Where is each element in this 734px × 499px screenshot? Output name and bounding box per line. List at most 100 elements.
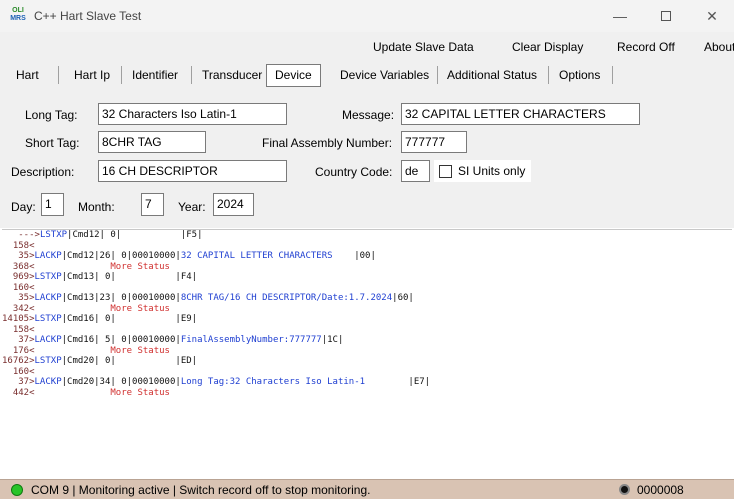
log-segment: ---> (2, 230, 40, 240)
long-tag-label: Long Tag: (25, 108, 78, 122)
app-logo-bottom-text: MRS (10, 15, 26, 22)
log-segment: 35> (2, 251, 35, 261)
day-label: Day: (11, 200, 36, 214)
log-segment: LACKP (34, 293, 62, 303)
log-segment: LACKP (34, 251, 62, 261)
app-logo-icon: OLI MRS (9, 7, 27, 23)
si-units-label: SI Units only (458, 164, 526, 178)
log-segment: |00| (332, 251, 376, 261)
log-segment: FinalAssemblyNumber:777777 (180, 335, 322, 345)
long-tag-field[interactable]: 32 Characters Iso Latin-1 (98, 103, 287, 125)
log-segment: |Cmd20|34| 0|00010000| (61, 377, 181, 387)
monitor-log[interactable]: --->LSTXP|Cmd12| 0| |F5| 158< 35>LACKP|C… (2, 229, 732, 477)
log-segment: 160< (2, 282, 35, 293)
log-line: 35>LACKP|Cmd13|23| 0|00010000|8CHR TAG/1… (2, 293, 732, 304)
clear-display-menu[interactable]: Clear Display (512, 40, 583, 54)
log-line: 160< (2, 283, 732, 294)
window-title: C++ Hart Slave Test (34, 9, 142, 23)
tab-transducer[interactable]: Transducer (194, 62, 270, 88)
log-segment: 8CHR TAG/16 CH DESCRIPTOR/Date:1.7.2024 (180, 293, 393, 303)
tab-hart[interactable]: Hart (8, 62, 47, 88)
update-slave-data-menu[interactable]: Update Slave Data (373, 40, 474, 54)
log-line: 37>LACKP|Cmd20|34| 0|00010000|Long Tag:3… (2, 377, 732, 388)
tab-separator (191, 66, 192, 84)
log-segment: 32 CAPITAL LETTER CHARACTERS (180, 251, 333, 261)
log-segment: LSTXP (34, 356, 62, 366)
close-icon: ✕ (706, 7, 718, 24)
log-line: 16762>LSTXP|Cmd20| 0| |ED| (2, 356, 732, 367)
description-field[interactable]: 16 CH DESCRIPTOR (98, 160, 287, 182)
tab-separator (437, 66, 438, 84)
tab-additional-status[interactable]: Additional Status (439, 62, 545, 88)
log-segment: 158< (2, 240, 35, 251)
tab-device[interactable]: Device (266, 64, 321, 87)
status-bar: COM 9 | Monitoring active | Switch recor… (0, 479, 734, 499)
si-units-checkbox[interactable] (439, 164, 452, 178)
log-segment: LSTXP (39, 230, 68, 240)
month-field[interactable]: 7 (141, 193, 164, 216)
tab-hart-ip[interactable]: Hart Ip (66, 62, 118, 88)
log-segment: More Status (34, 261, 170, 272)
log-line: --->LSTXP|Cmd12| 0| |F5| (2, 230, 732, 241)
log-segment: LACKP (34, 377, 62, 387)
log-segment: |Cmd16| 0| |E9| (61, 314, 198, 324)
log-segment: 969> (2, 272, 35, 282)
log-line: 368< More Status (2, 262, 732, 273)
log-line: 14105>LSTXP|Cmd16| 0| |E9| (2, 314, 732, 325)
close-button[interactable]: ✕ (689, 0, 734, 32)
monitoring-active-icon (11, 484, 23, 496)
log-line: 35>LACKP|Cmd12|26| 0|00010000|32 CAPITAL… (2, 251, 732, 262)
log-segment: |Cmd12|26| 0|00010000| (61, 251, 181, 261)
log-segment: LSTXP (34, 272, 62, 282)
si-units-option[interactable]: SI Units only (434, 160, 531, 182)
log-line: 160< (2, 367, 732, 378)
tab-device-variables[interactable]: Device Variables (332, 62, 437, 88)
log-segment: 14105> (2, 314, 35, 324)
log-line: 342< More Status (2, 304, 732, 315)
record-count: 0000008 (637, 483, 684, 497)
log-segment: 16762> (2, 356, 35, 366)
tab-separator (612, 66, 613, 84)
about-menu[interactable]: About (704, 40, 734, 54)
log-segment: 37> (2, 377, 35, 387)
log-segment: LSTXP (34, 314, 62, 324)
country-code-field[interactable]: de (401, 160, 430, 182)
record-off-menu[interactable]: Record Off (617, 40, 675, 54)
log-segment: 342< (2, 303, 35, 314)
log-segment: 37> (2, 335, 35, 345)
log-segment: Long Tag:32 Characters Iso Latin-1 (180, 377, 366, 387)
short-tag-label: Short Tag: (25, 136, 80, 150)
minimize-button[interactable]: — (597, 0, 643, 32)
log-segment: |Cmd20| 0| |ED| (61, 356, 198, 366)
log-segment: |Cmd13| 0| |F4| (61, 272, 198, 282)
log-segment: |E7| (365, 377, 431, 387)
log-segment: LACKP (34, 335, 62, 345)
message-label: Message: (342, 108, 395, 122)
log-segment: |Cmd13|23| 0|00010000| (61, 293, 181, 303)
log-segment: |60| (392, 293, 414, 303)
record-icon (619, 484, 630, 495)
maximize-button[interactable] (643, 0, 689, 32)
year-label: Year: (178, 200, 206, 214)
message-field[interactable]: 32 CAPITAL LETTER CHARACTERS (401, 103, 640, 125)
log-line: 176< More Status (2, 346, 732, 357)
log-segment: 160< (2, 366, 35, 377)
log-line: 158< (2, 241, 732, 252)
log-line: 969>LSTXP|Cmd13| 0| |F4| (2, 272, 732, 283)
tab-separator (548, 66, 549, 84)
tab-options[interactable]: Options (551, 62, 608, 88)
log-line: 37>LACKP|Cmd16| 5| 0|00010000|FinalAssem… (2, 335, 732, 346)
log-segment: More Status (34, 387, 170, 398)
tab-identifier[interactable]: Identifier (124, 62, 186, 88)
log-segment: 35> (2, 293, 35, 303)
tab-separator (121, 66, 122, 84)
description-label: Description: (11, 165, 75, 179)
short-tag-field[interactable]: 8CHR TAG (98, 131, 206, 153)
year-field[interactable]: 2024 (213, 193, 254, 216)
final-assembly-field[interactable]: 777777 (401, 131, 467, 153)
log-segment: |Cmd16| 5| 0|00010000| (61, 335, 181, 345)
app-logo-top-text: OLI (12, 7, 24, 14)
log-segment: 158< (2, 324, 35, 335)
log-segment: 442< (2, 387, 35, 398)
day-field[interactable]: 1 (41, 193, 64, 216)
